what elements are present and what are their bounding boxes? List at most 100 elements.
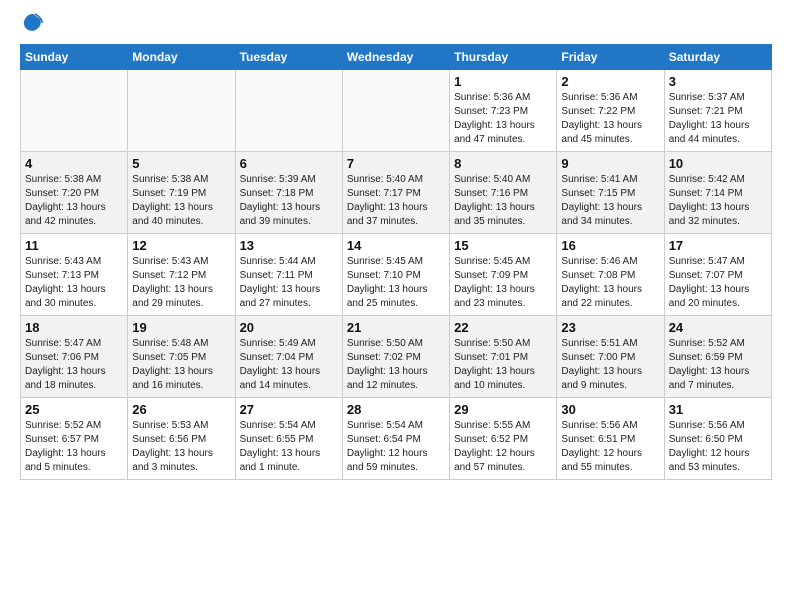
calendar-week-1: 1 Sunrise: 5:36 AMSunset: 7:23 PMDayligh…	[21, 70, 772, 152]
day-number: 9	[561, 156, 659, 171]
calendar-cell: 21 Sunrise: 5:50 AMSunset: 7:02 PMDaylig…	[342, 316, 449, 398]
day-number: 8	[454, 156, 552, 171]
day-number: 19	[132, 320, 230, 335]
calendar-cell: 23 Sunrise: 5:51 AMSunset: 7:00 PMDaylig…	[557, 316, 664, 398]
cell-info: Sunrise: 5:54 AMSunset: 6:54 PMDaylight:…	[347, 419, 445, 475]
day-number: 10	[669, 156, 767, 171]
calendar-cell: 27 Sunrise: 5:54 AMSunset: 6:55 PMDaylig…	[235, 398, 342, 480]
day-number: 16	[561, 238, 659, 253]
calendar-cell: 15 Sunrise: 5:45 AMSunset: 7:09 PMDaylig…	[450, 234, 557, 316]
calendar-cell: 6 Sunrise: 5:39 AMSunset: 7:18 PMDayligh…	[235, 152, 342, 234]
calendar-cell	[235, 70, 342, 152]
calendar-cell: 24 Sunrise: 5:52 AMSunset: 6:59 PMDaylig…	[664, 316, 771, 398]
cell-info: Sunrise: 5:38 AMSunset: 7:20 PMDaylight:…	[25, 173, 123, 229]
logo	[20, 16, 44, 34]
day-number: 2	[561, 74, 659, 89]
cell-info: Sunrise: 5:50 AMSunset: 7:01 PMDaylight:…	[454, 337, 552, 393]
calendar-cell: 16 Sunrise: 5:46 AMSunset: 7:08 PMDaylig…	[557, 234, 664, 316]
calendar-cell: 26 Sunrise: 5:53 AMSunset: 6:56 PMDaylig…	[128, 398, 235, 480]
cell-info: Sunrise: 5:48 AMSunset: 7:05 PMDaylight:…	[132, 337, 230, 393]
day-number: 6	[240, 156, 338, 171]
calendar-cell: 13 Sunrise: 5:44 AMSunset: 7:11 PMDaylig…	[235, 234, 342, 316]
cell-info: Sunrise: 5:56 AMSunset: 6:51 PMDaylight:…	[561, 419, 659, 475]
day-number: 29	[454, 402, 552, 417]
day-number: 17	[669, 238, 767, 253]
weekday-header-wednesday: Wednesday	[342, 45, 449, 70]
cell-info: Sunrise: 5:44 AMSunset: 7:11 PMDaylight:…	[240, 255, 338, 311]
weekday-header-sunday: Sunday	[21, 45, 128, 70]
cell-info: Sunrise: 5:36 AMSunset: 7:22 PMDaylight:…	[561, 91, 659, 147]
calendar-table: SundayMondayTuesdayWednesdayThursdayFrid…	[20, 44, 772, 480]
cell-info: Sunrise: 5:41 AMSunset: 7:15 PMDaylight:…	[561, 173, 659, 229]
calendar-cell: 12 Sunrise: 5:43 AMSunset: 7:12 PMDaylig…	[128, 234, 235, 316]
calendar-cell: 9 Sunrise: 5:41 AMSunset: 7:15 PMDayligh…	[557, 152, 664, 234]
calendar-cell: 1 Sunrise: 5:36 AMSunset: 7:23 PMDayligh…	[450, 70, 557, 152]
cell-info: Sunrise: 5:51 AMSunset: 7:00 PMDaylight:…	[561, 337, 659, 393]
cell-info: Sunrise: 5:52 AMSunset: 6:57 PMDaylight:…	[25, 419, 123, 475]
day-number: 21	[347, 320, 445, 335]
calendar-cell: 8 Sunrise: 5:40 AMSunset: 7:16 PMDayligh…	[450, 152, 557, 234]
cell-info: Sunrise: 5:52 AMSunset: 6:59 PMDaylight:…	[669, 337, 767, 393]
calendar-cell: 5 Sunrise: 5:38 AMSunset: 7:19 PMDayligh…	[128, 152, 235, 234]
calendar-cell: 31 Sunrise: 5:56 AMSunset: 6:50 PMDaylig…	[664, 398, 771, 480]
calendar-cell: 18 Sunrise: 5:47 AMSunset: 7:06 PMDaylig…	[21, 316, 128, 398]
calendar-cell: 22 Sunrise: 5:50 AMSunset: 7:01 PMDaylig…	[450, 316, 557, 398]
day-number: 24	[669, 320, 767, 335]
calendar-cell: 7 Sunrise: 5:40 AMSunset: 7:17 PMDayligh…	[342, 152, 449, 234]
day-number: 1	[454, 74, 552, 89]
calendar-cell: 25 Sunrise: 5:52 AMSunset: 6:57 PMDaylig…	[21, 398, 128, 480]
cell-info: Sunrise: 5:40 AMSunset: 7:16 PMDaylight:…	[454, 173, 552, 229]
calendar-cell	[128, 70, 235, 152]
day-number: 7	[347, 156, 445, 171]
cell-info: Sunrise: 5:54 AMSunset: 6:55 PMDaylight:…	[240, 419, 338, 475]
day-number: 27	[240, 402, 338, 417]
day-number: 4	[25, 156, 123, 171]
weekday-header-friday: Friday	[557, 45, 664, 70]
day-number: 13	[240, 238, 338, 253]
day-number: 30	[561, 402, 659, 417]
calendar-week-4: 18 Sunrise: 5:47 AMSunset: 7:06 PMDaylig…	[21, 316, 772, 398]
calendar-cell: 2 Sunrise: 5:36 AMSunset: 7:22 PMDayligh…	[557, 70, 664, 152]
calendar-cell: 17 Sunrise: 5:47 AMSunset: 7:07 PMDaylig…	[664, 234, 771, 316]
calendar-cell: 28 Sunrise: 5:54 AMSunset: 6:54 PMDaylig…	[342, 398, 449, 480]
weekday-header-monday: Monday	[128, 45, 235, 70]
day-number: 15	[454, 238, 552, 253]
day-number: 31	[669, 402, 767, 417]
day-number: 3	[669, 74, 767, 89]
cell-info: Sunrise: 5:56 AMSunset: 6:50 PMDaylight:…	[669, 419, 767, 475]
weekday-header-saturday: Saturday	[664, 45, 771, 70]
calendar-cell: 30 Sunrise: 5:56 AMSunset: 6:51 PMDaylig…	[557, 398, 664, 480]
cell-info: Sunrise: 5:42 AMSunset: 7:14 PMDaylight:…	[669, 173, 767, 229]
cell-info: Sunrise: 5:55 AMSunset: 6:52 PMDaylight:…	[454, 419, 552, 475]
calendar-week-2: 4 Sunrise: 5:38 AMSunset: 7:20 PMDayligh…	[21, 152, 772, 234]
cell-info: Sunrise: 5:49 AMSunset: 7:04 PMDaylight:…	[240, 337, 338, 393]
cell-info: Sunrise: 5:45 AMSunset: 7:09 PMDaylight:…	[454, 255, 552, 311]
calendar-week-3: 11 Sunrise: 5:43 AMSunset: 7:13 PMDaylig…	[21, 234, 772, 316]
calendar-cell: 14 Sunrise: 5:45 AMSunset: 7:10 PMDaylig…	[342, 234, 449, 316]
day-number: 5	[132, 156, 230, 171]
calendar-cell: 3 Sunrise: 5:37 AMSunset: 7:21 PMDayligh…	[664, 70, 771, 152]
day-number: 26	[132, 402, 230, 417]
cell-info: Sunrise: 5:46 AMSunset: 7:08 PMDaylight:…	[561, 255, 659, 311]
calendar-cell	[21, 70, 128, 152]
day-number: 22	[454, 320, 552, 335]
calendar-cell: 10 Sunrise: 5:42 AMSunset: 7:14 PMDaylig…	[664, 152, 771, 234]
calendar-cell: 19 Sunrise: 5:48 AMSunset: 7:05 PMDaylig…	[128, 316, 235, 398]
cell-info: Sunrise: 5:50 AMSunset: 7:02 PMDaylight:…	[347, 337, 445, 393]
cell-info: Sunrise: 5:45 AMSunset: 7:10 PMDaylight:…	[347, 255, 445, 311]
calendar-cell: 4 Sunrise: 5:38 AMSunset: 7:20 PMDayligh…	[21, 152, 128, 234]
calendar-week-5: 25 Sunrise: 5:52 AMSunset: 6:57 PMDaylig…	[21, 398, 772, 480]
cell-info: Sunrise: 5:38 AMSunset: 7:19 PMDaylight:…	[132, 173, 230, 229]
weekday-header-thursday: Thursday	[450, 45, 557, 70]
day-number: 18	[25, 320, 123, 335]
cell-info: Sunrise: 5:39 AMSunset: 7:18 PMDaylight:…	[240, 173, 338, 229]
cell-info: Sunrise: 5:43 AMSunset: 7:12 PMDaylight:…	[132, 255, 230, 311]
calendar-cell: 29 Sunrise: 5:55 AMSunset: 6:52 PMDaylig…	[450, 398, 557, 480]
cell-info: Sunrise: 5:47 AMSunset: 7:07 PMDaylight:…	[669, 255, 767, 311]
weekday-header-tuesday: Tuesday	[235, 45, 342, 70]
day-number: 11	[25, 238, 123, 253]
cell-info: Sunrise: 5:40 AMSunset: 7:17 PMDaylight:…	[347, 173, 445, 229]
day-number: 25	[25, 402, 123, 417]
cell-info: Sunrise: 5:36 AMSunset: 7:23 PMDaylight:…	[454, 91, 552, 147]
day-number: 23	[561, 320, 659, 335]
